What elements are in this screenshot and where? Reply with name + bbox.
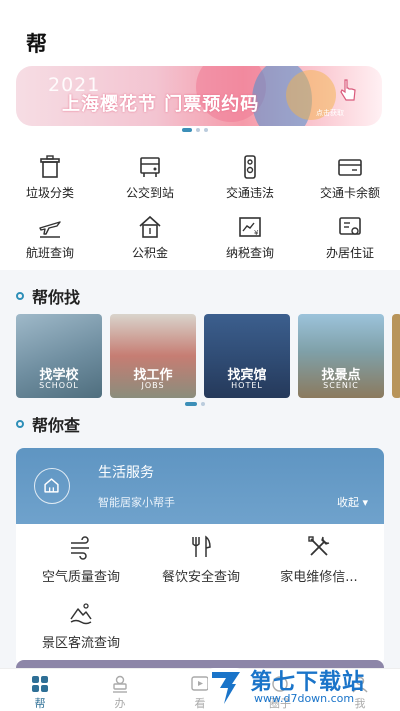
watermark-url: www.d7down.com xyxy=(254,692,355,705)
stamp-icon xyxy=(113,675,127,693)
tab-label: 办 xyxy=(114,697,126,710)
card-subtitle: JOBS xyxy=(141,381,165,390)
service-fund[interactable]: 公积金 xyxy=(100,200,200,260)
promo-banner[interactable]: 2021 上海樱花节 门票预约码 点击获取 xyxy=(16,66,382,126)
banner-pager xyxy=(182,128,208,132)
find-cards: 找学校 SCHOOL 找工作 JOBS 找宾馆 HOTEL 找景点 SCENIC xyxy=(16,314,400,398)
item-scenic-flow[interactable]: 景区客流查询 xyxy=(26,600,136,651)
service-label: 交通卡余额 xyxy=(319,186,380,200)
section-help-find: 帮你找 xyxy=(16,284,80,308)
grid-icon xyxy=(32,676,48,692)
card-jobs[interactable]: 找工作 JOBS xyxy=(110,314,196,398)
section-bullet-icon xyxy=(16,292,24,300)
service-flight[interactable]: 航班查询 xyxy=(0,200,100,260)
trash-bin-icon xyxy=(40,155,60,178)
pager-dot xyxy=(201,402,205,406)
home-icon xyxy=(44,478,59,493)
service-card[interactable]: 交通卡余额 xyxy=(300,140,400,200)
header: 帮 xyxy=(0,0,400,62)
card-subtitle: HOTEL xyxy=(231,381,263,390)
card-hotel[interactable]: 找宾馆 HOTEL xyxy=(204,314,290,398)
wind-icon xyxy=(71,536,89,560)
home-icon-circle xyxy=(34,468,70,504)
card-scenic[interactable]: 找景点 SCENIC xyxy=(298,314,384,398)
site-watermark: 第七下载站 www.d7down.com xyxy=(200,662,400,711)
tools-icon xyxy=(308,536,330,556)
cards-pager xyxy=(185,402,205,406)
service-label: 公交到站 xyxy=(125,186,174,200)
panel-header: 生活服务 智能居家小帮手 收起 ▾ xyxy=(16,448,384,524)
service-label: 办居住证 xyxy=(325,246,374,260)
service-label: 垃圾分类 xyxy=(25,186,74,200)
panel-title: 生活服务 xyxy=(98,465,154,481)
service-label: 交通违法 xyxy=(225,186,274,200)
svg-text:¥: ¥ xyxy=(254,229,259,237)
card-subtitle: SCHOOL xyxy=(39,381,79,390)
card-peek xyxy=(392,314,400,398)
service-traffic[interactable]: 交通违法 xyxy=(200,140,300,200)
banner-cta: 点击获取 xyxy=(316,109,344,117)
house-fund-icon xyxy=(139,215,161,238)
transit-card-icon xyxy=(338,159,362,176)
section-help-check: 帮你查 xyxy=(16,412,80,436)
service-tax[interactable]: ¥ 纳税查询 xyxy=(200,200,300,260)
banner-area: 2021 上海樱花节 门票预约码 点击获取 xyxy=(0,62,400,140)
item-label: 空气质量查询 xyxy=(41,570,120,585)
quick-services: 垃圾分类 公交到站 交通违法 交通卡余额 航班查询 公积金 ¥ 纳税查询 办居住… xyxy=(0,140,400,270)
card-school[interactable]: 找学校 SCHOOL xyxy=(16,314,102,398)
airplane-icon xyxy=(39,221,61,238)
service-bus[interactable]: 公交到站 xyxy=(100,140,200,200)
banner-title: 上海樱花节 门票预约码 xyxy=(62,94,260,115)
tab-help[interactable]: 帮 xyxy=(10,675,70,711)
pager-dot xyxy=(204,128,208,132)
mountain-icon xyxy=(70,603,92,625)
tax-icon: ¥ xyxy=(239,217,261,237)
page-title: 帮 xyxy=(26,32,47,56)
service-label: 航班查询 xyxy=(25,246,74,260)
fork-knife-icon xyxy=(192,535,211,557)
pointer-hand-icon xyxy=(340,79,356,101)
item-appliance-repair[interactable]: 家电维修信... xyxy=(264,534,374,585)
service-label: 纳税查询 xyxy=(225,246,274,260)
panel-subtitle: 智能居家小帮手 xyxy=(98,496,175,509)
life-service-panel: 生活服务 智能居家小帮手 收起 ▾ 空气质量查询 餐饮安全查询 家电维修信... xyxy=(16,448,384,666)
id-card-icon xyxy=(339,217,361,235)
service-residence[interactable]: 办居住证 xyxy=(300,200,400,260)
pager-dot xyxy=(196,128,200,132)
service-trash[interactable]: 垃圾分类 xyxy=(0,140,100,200)
tab-label: 帮 xyxy=(34,697,46,710)
watermark-logo-icon xyxy=(208,668,242,704)
item-label: 景区客流查询 xyxy=(41,636,120,651)
pager-dot-active xyxy=(182,128,192,132)
item-label: 餐饮安全查询 xyxy=(161,570,240,585)
tab-do[interactable]: 办 xyxy=(90,675,150,711)
item-air-quality[interactable]: 空气质量查询 xyxy=(26,534,136,585)
bus-stop-icon xyxy=(140,157,160,177)
section-title: 帮你找 xyxy=(32,288,81,307)
item-food-safety[interactable]: 餐饮安全查询 xyxy=(146,534,256,585)
section-bullet-icon xyxy=(16,420,24,428)
collapse-button[interactable]: 收起 ▾ xyxy=(337,494,368,510)
card-subtitle: SCENIC xyxy=(323,381,359,390)
service-label: 公积金 xyxy=(131,246,168,260)
section-title: 帮你查 xyxy=(32,416,81,435)
traffic-light-icon xyxy=(244,155,256,179)
pager-dot-active xyxy=(185,402,197,406)
item-label: 家电维修信... xyxy=(280,570,358,585)
